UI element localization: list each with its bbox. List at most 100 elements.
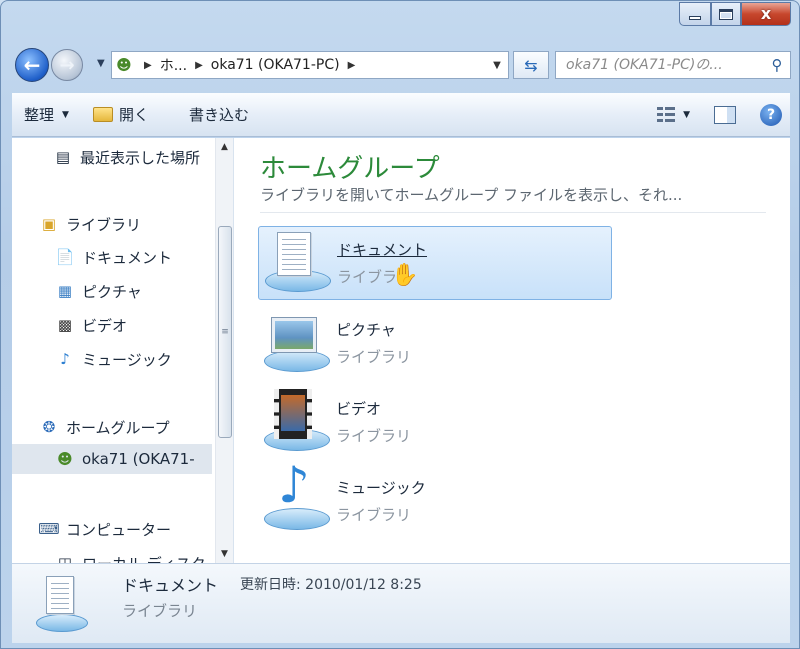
- close-icon: x: [760, 4, 772, 23]
- sidebar-item-label: コンピューター: [66, 520, 172, 539]
- sidebar-item-label: ドキュメント: [82, 248, 173, 267]
- explorer-window: x ← → ▼ ☻ ▶ ホ... ▶ oka71 (OKA71-PC) ▶ ▼ …: [0, 0, 800, 649]
- music-icon: ♪: [60, 350, 70, 368]
- user-icon: ☻: [116, 56, 132, 74]
- scroll-down-icon[interactable]: ▼: [216, 545, 233, 563]
- details-modified: 更新日時: 2010/01/12 8:25: [240, 577, 422, 593]
- library-type: ライブラリ: [336, 506, 412, 524]
- sidebar-item-local-disk[interactable]: ◫ ローカル ディスク: [54, 548, 206, 563]
- library-name: ドキュメント: [337, 241, 428, 259]
- sidebar-item-recent-places[interactable]: ▤ 最近表示した場所: [52, 142, 200, 172]
- sidebar-item-libraries[interactable]: ▣ ライブラリ: [38, 209, 141, 239]
- chevron-down-icon: ▼: [62, 109, 69, 120]
- refresh-icon: ⇆: [524, 55, 538, 75]
- library-icon: ▣: [41, 215, 57, 233]
- library-item-documents[interactable]: ドキュメント ライブラリ: [258, 226, 612, 300]
- help-icon[interactable]: ?: [760, 103, 782, 126]
- picture-icon: ▦: [57, 282, 73, 300]
- recent-places-icon: ▤: [55, 148, 71, 166]
- sidebar-item-label: ミュージック: [82, 350, 172, 369]
- sidebar-item-pictures[interactable]: ▦ ピクチャ: [54, 276, 142, 306]
- maximize-icon: [719, 8, 733, 20]
- library-item-music[interactable]: ♪ ミュージック ライブラリ: [258, 460, 612, 538]
- video-library-icon: [258, 387, 336, 457]
- breadcrumb-separator-icon[interactable]: ▶: [348, 60, 356, 71]
- minimize-icon: [689, 16, 701, 20]
- back-arrow-icon: ←: [23, 53, 41, 77]
- organize-button[interactable]: 整理 ▼: [12, 100, 81, 130]
- library-type: ライブラリ: [336, 427, 412, 445]
- caption-buttons: x: [679, 2, 791, 26]
- content-area: ▤ 最近表示した場所 ▣ ライブラリ 📄 ドキュメント ▦ ピクチャ ▩ ビデオ…: [12, 138, 790, 563]
- burn-label: 書き込む: [188, 106, 249, 124]
- address-dropdown-icon[interactable]: ▼: [486, 60, 508, 71]
- sidebar-item-music[interactable]: ♪ ミュージック: [54, 344, 172, 374]
- breadcrumb-separator-icon[interactable]: ▶: [195, 60, 203, 71]
- sidebar-item-label: ピクチャ: [82, 282, 142, 301]
- minimize-button[interactable]: [679, 2, 711, 26]
- refresh-button[interactable]: ⇆: [513, 51, 549, 79]
- scroll-up-icon[interactable]: ▲: [216, 138, 233, 156]
- forward-arrow-icon: →: [59, 54, 75, 76]
- sidebar-item-computer[interactable]: ⌨ コンピューター: [38, 514, 171, 544]
- organize-label: 整理: [24, 106, 55, 124]
- recent-pages-dropdown[interactable]: ▼: [97, 58, 105, 69]
- computer-icon: ⌨: [38, 520, 60, 538]
- document-icon: 📄: [55, 248, 75, 266]
- forward-button[interactable]: →: [51, 49, 83, 81]
- search-input[interactable]: [556, 52, 764, 78]
- library-item-videos[interactable]: ビデオ ライブラリ: [258, 385, 612, 459]
- document-library-icon: [259, 228, 337, 298]
- address-bar[interactable]: ☻ ▶ ホ... ▶ oka71 (OKA71-PC) ▶ ▼: [111, 51, 509, 79]
- sidebar-item-label: oka71 (OKA71-: [82, 450, 195, 468]
- sidebar-item-label: ビデオ: [82, 316, 128, 335]
- video-icon: ▩: [57, 316, 73, 334]
- toolbar-right: ▼ ?: [657, 103, 790, 126]
- page-title: ホームグループ: [260, 154, 440, 184]
- disk-icon: ◫: [57, 554, 73, 563]
- sidebar-item-label: ローカル ディスク: [82, 553, 206, 564]
- scrollbar-thumb[interactable]: ≡: [218, 226, 232, 438]
- homegroup-icon: ❂: [42, 418, 56, 436]
- navigation-scrollbar[interactable]: ▲ ≡ ▼: [215, 138, 233, 563]
- search-box[interactable]: ⚲: [555, 51, 791, 79]
- close-button[interactable]: x: [741, 2, 791, 26]
- sidebar-item-label: ホームグループ: [66, 418, 170, 437]
- user-icon: ☻: [57, 450, 73, 468]
- sidebar-item-user[interactable]: ☻ oka71 (OKA71-: [12, 444, 212, 474]
- back-button[interactable]: ←: [15, 48, 49, 82]
- details-type: ライブラリ: [122, 602, 198, 620]
- sidebar-item-videos[interactable]: ▩ ビデオ: [54, 310, 127, 340]
- command-bar: 整理 ▼ 開く 書き込む ▼ ?: [12, 93, 790, 137]
- library-name: ピクチャ: [336, 321, 396, 339]
- view-dropdown-icon[interactable]: ▼: [683, 110, 690, 120]
- divider: [260, 212, 766, 213]
- breadcrumb-homegroup[interactable]: ホ...: [160, 55, 187, 75]
- hand-cursor-icon: ✋: [391, 263, 419, 288]
- homegroup-view: ホームグループ ライブラリを開いてホームグループ ファイルを表示し、それ... …: [234, 138, 790, 563]
- breadcrumb-user[interactable]: oka71 (OKA71-PC): [211, 57, 340, 73]
- burn-button[interactable]: 書き込む: [177, 100, 261, 130]
- sidebar-item-label: ライブラリ: [66, 215, 142, 234]
- open-button[interactable]: 開く: [81, 100, 161, 130]
- document-library-icon: [34, 574, 90, 634]
- library-name: ビデオ: [336, 400, 382, 418]
- sidebar-item-homegroup[interactable]: ❂ ホームグループ: [38, 412, 170, 442]
- music-library-icon: ♪: [258, 460, 336, 536]
- breadcrumb-separator-icon[interactable]: ▶: [144, 60, 152, 71]
- page-description: ライブラリを開いてホームグループ ファイルを表示し、それ...: [260, 186, 683, 204]
- details-name: ドキュメント: [122, 576, 219, 595]
- sidebar-item-documents[interactable]: 📄 ドキュメント: [54, 242, 172, 272]
- sidebar-item-label: 最近表示した場所: [80, 148, 201, 167]
- library-type: ライブラリ: [336, 348, 412, 366]
- details-pane: ドキュメント 更新日時: 2010/01/12 8:25 ライブラリ: [12, 563, 790, 643]
- picture-library-icon: [258, 308, 336, 378]
- navigation-bar: ← → ▼ ☻ ▶ ホ... ▶ oka71 (OKA71-PC) ▶ ▼ ⇆ …: [11, 41, 791, 87]
- maximize-button[interactable]: [711, 2, 741, 26]
- preview-pane-icon[interactable]: [714, 105, 736, 124]
- folder-icon: [92, 107, 113, 122]
- change-view-icon[interactable]: [657, 106, 677, 123]
- library-item-pictures[interactable]: ピクチャ ライブラリ: [258, 306, 612, 380]
- search-icon[interactable]: ⚲: [764, 56, 790, 74]
- navigation-pane: ▤ 最近表示した場所 ▣ ライブラリ 📄 ドキュメント ▦ ピクチャ ▩ ビデオ…: [12, 138, 234, 563]
